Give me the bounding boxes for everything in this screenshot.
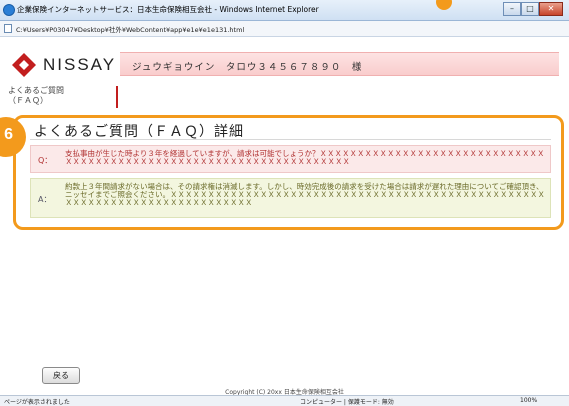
- answer-text: 約款上３年間請求がない場合は、その請求権は消滅します。しかし、時効完成後の請求を…: [65, 182, 545, 207]
- question-mark: Q：: [38, 156, 53, 165]
- user-bar: ジュウギョウイン タロウ３４５６７８９０ 様: [120, 52, 559, 76]
- answer-row: A： 約款上３年間請求がない場合は、その請求権は消滅します。しかし、時効完成後の…: [30, 178, 551, 218]
- breadcrumb-line-1: よくあるご質問: [8, 86, 64, 95]
- page-title: よくあるご質問（ＦＡＱ）詳細: [34, 124, 244, 140]
- logo-text: NISSAY: [43, 55, 117, 74]
- window-title: 企業保険インターネットサービス：日本生命保険相互会社 - Windows Int…: [17, 5, 319, 14]
- back-button[interactable]: 戻る: [42, 367, 80, 384]
- breadcrumb-line-2: （ＦＡＱ）: [8, 96, 48, 105]
- accent-divider: [116, 86, 118, 108]
- close-button[interactable]: ✕: [539, 2, 563, 16]
- address-bar[interactable]: C:¥Users¥P03047¥Desktop¥社外¥WebContent¥ap…: [0, 21, 569, 37]
- status-bar: ページが表示されました コンピューター | 保護モード: 無効 100%: [0, 395, 569, 406]
- zoom-level[interactable]: 100%: [520, 397, 537, 404]
- address-url: C:¥Users¥P03047¥Desktop¥社外¥WebContent¥ap…: [16, 26, 245, 34]
- ie-icon: [3, 4, 15, 16]
- user-name: ジュウギョウイン タロウ３４５６７８９０ 様: [132, 62, 363, 73]
- question-row: Q： 支払事由が生じた時より３年を経過していますが、請求は可能でしょうか？ＸＸＸ…: [30, 145, 551, 173]
- title-divider: [30, 139, 551, 140]
- status-text: ページが表示されました: [4, 399, 70, 406]
- maximize-button[interactable]: □: [521, 2, 539, 16]
- minimize-button[interactable]: –: [503, 2, 521, 16]
- page-icon: [4, 24, 12, 33]
- nissay-logo-icon: [12, 53, 36, 77]
- security-zone: コンピューター | 保護モード: 無効: [300, 399, 394, 406]
- breadcrumb: よくあるご質問 （ＦＡＱ）: [8, 86, 64, 106]
- question-text: 支払事由が生じた時より３年を経過していますが、請求は可能でしょうか？ＸＸＸＸＸＸ…: [65, 149, 545, 166]
- answer-mark: A：: [38, 195, 52, 204]
- window-title-bar: 企業保険インターネットサービス：日本生命保険相互会社 - Windows Int…: [0, 0, 569, 21]
